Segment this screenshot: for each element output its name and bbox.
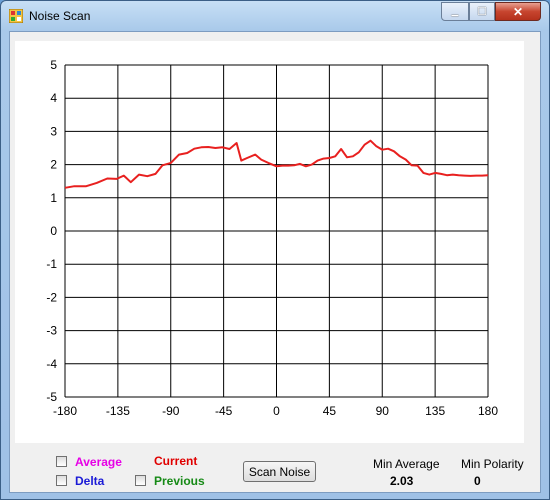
delta-label: Delta [75, 474, 105, 488]
scan-noise-button[interactable]: Scan Noise [243, 461, 316, 482]
chart-panel: -180 -135 -90 -45 0 45 90 135 180 5 4 3 2 1 0 -1 -2 -3 -4 -… [15, 41, 524, 443]
y-tick-label: 2 [50, 158, 57, 172]
current-label: Current [154, 454, 198, 468]
previous-label: Previous [154, 474, 205, 488]
y-tick-label: 0 [50, 224, 57, 238]
y-tick-label: -1 [46, 257, 57, 271]
client-area: -180 -135 -90 -45 0 45 90 135 180 5 4 3 2 1 0 -1 -2 -3 -4 -… [9, 31, 541, 493]
y-tick-label: -3 [46, 324, 57, 338]
window-title: Noise Scan [29, 9, 91, 23]
x-tick-label: -135 [106, 404, 130, 418]
delta-checkbox[interactable] [56, 475, 67, 486]
min-polarity-value: 0 [474, 474, 481, 488]
x-tick-label: 90 [376, 404, 390, 418]
noise-scan-window: Noise Scan ▁ ☐ ✕ -180 -135 -90 -45 0 45 90 135 1… [0, 0, 550, 500]
y-tick-label: -5 [46, 390, 57, 404]
previous-checkbox[interactable] [135, 475, 146, 486]
x-tick-label: 135 [425, 404, 445, 418]
title-bar[interactable]: Noise Scan ▁ ☐ ✕ [1, 1, 549, 31]
y-tick-label: -4 [46, 357, 57, 371]
x-tick-label: -90 [162, 404, 180, 418]
average-label: Average [75, 455, 122, 469]
min-average-value: 2.03 [390, 474, 414, 488]
y-tick-label: 4 [50, 91, 57, 105]
x-tick-label: 180 [478, 404, 498, 418]
y-tick-label: 1 [50, 191, 57, 205]
min-polarity-label: Min Polarity [461, 457, 524, 471]
close-icon: ✕ [512, 4, 524, 19]
maximize-icon: ☐ [477, 6, 487, 18]
app-icon [9, 9, 23, 23]
average-checkbox[interactable] [56, 456, 67, 467]
x-tick-label: 45 [323, 404, 337, 418]
x-tick-label: -45 [215, 404, 233, 418]
close-button[interactable]: ✕ [495, 2, 541, 21]
maximize-button[interactable]: ☐ [469, 2, 495, 21]
minimize-button[interactable]: ▁ [441, 2, 469, 21]
noise-chart: -180 -135 -90 -45 0 45 90 135 180 5 4 3 2 1 0 -1 -2 -3 -4 -… [46, 58, 498, 418]
min-average-label: Min Average [373, 457, 440, 471]
x-tick-label: 0 [273, 404, 280, 418]
y-tick-label: 3 [50, 124, 57, 138]
x-tick-label: -180 [53, 404, 77, 418]
minimize-icon: ▁ [451, 6, 459, 16]
y-tick-label: 5 [50, 58, 57, 72]
y-tick-label: -2 [46, 290, 57, 304]
